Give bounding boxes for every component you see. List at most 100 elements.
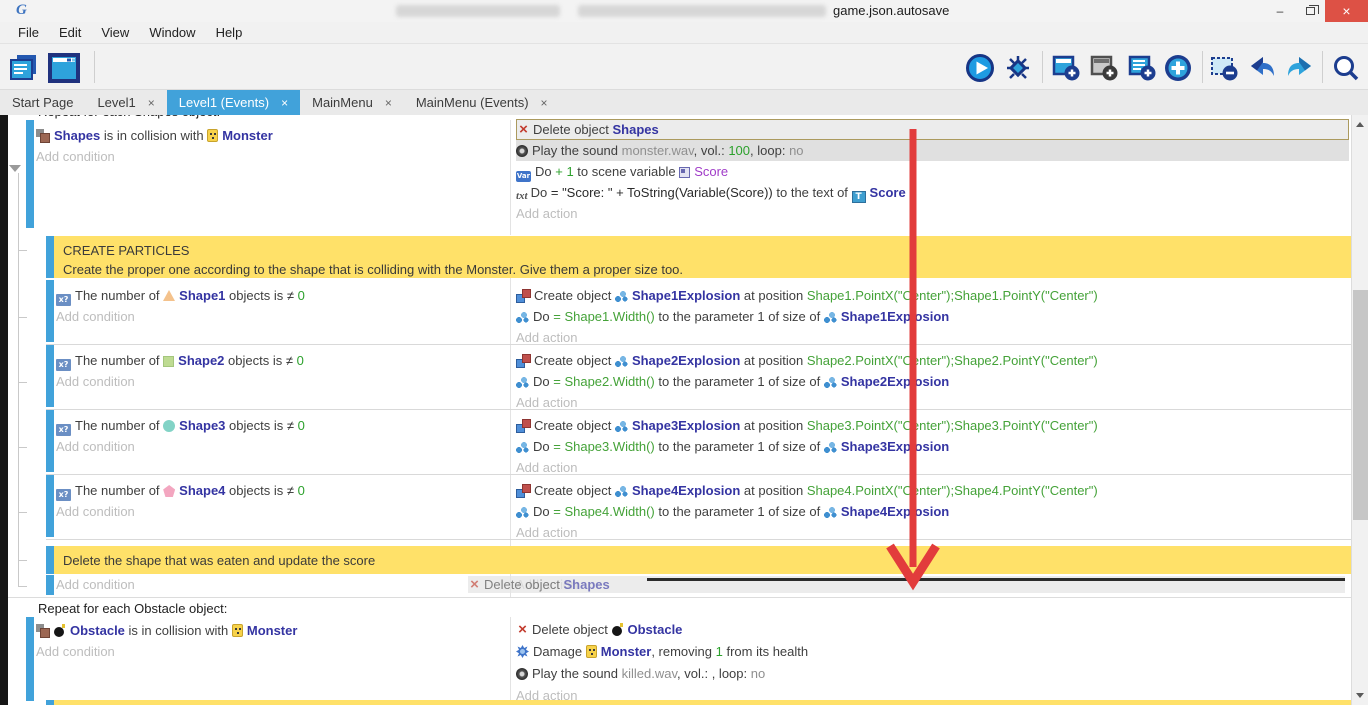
text-run: to the parameter 1 of size of bbox=[655, 374, 824, 389]
tab-level1[interactable]: Level1× bbox=[85, 90, 166, 115]
text-run: Shape3 bbox=[179, 418, 225, 433]
tab-level1-events[interactable]: Level1 (Events)× bbox=[167, 90, 300, 115]
condition-row[interactable]: The number of Shape3 objects is ≠ 0 bbox=[56, 415, 506, 436]
debug-button[interactable] bbox=[1002, 52, 1034, 84]
close-icon[interactable]: × bbox=[385, 96, 392, 110]
text-run: Add condition bbox=[36, 149, 115, 164]
text-run: at position bbox=[740, 288, 807, 303]
tab-mainmenu-events[interactable]: MainMenu (Events) × bbox=[404, 90, 560, 115]
menu-help[interactable]: Help bbox=[206, 25, 253, 40]
action-row[interactable]: Do = Shape4.Width() to the parameter 1 o… bbox=[516, 501, 1349, 522]
add-comment-button[interactable] bbox=[1126, 52, 1158, 84]
condition-row[interactable]: The number of Shape4 objects is ≠ 0 bbox=[56, 480, 506, 501]
condition-row[interactable]: Shapes is in collision with Monster bbox=[36, 125, 506, 146]
add-condition-link[interactable]: Add condition bbox=[56, 501, 506, 522]
event-selection-bar bbox=[46, 236, 54, 278]
event-tree-line bbox=[18, 173, 19, 587]
add-condition-link[interactable]: Add condition bbox=[56, 306, 506, 327]
add-condition-link[interactable]: Add condition bbox=[56, 436, 506, 457]
add-action-link[interactable]: Add action bbox=[516, 203, 1349, 224]
gdevelop-window: G game.json.autosave – × File Edit View … bbox=[0, 0, 1368, 705]
tab-mainmenu[interactable]: MainMenu× bbox=[300, 90, 404, 115]
project-manager-button[interactable] bbox=[8, 52, 40, 84]
event-selection-bar bbox=[46, 345, 54, 407]
add-other-button[interactable] bbox=[1162, 52, 1194, 84]
action-row[interactable]: Do = "Score: " + ToString(Variable(Score… bbox=[516, 182, 1349, 203]
action-row[interactable]: Play the sound killed.wav, vol.: , loop:… bbox=[516, 663, 1349, 685]
scroll-up-icon[interactable] bbox=[1356, 122, 1364, 127]
scrollbar-thumb[interactable] bbox=[1353, 290, 1368, 520]
redo-button[interactable] bbox=[1284, 52, 1316, 84]
delete-event-button[interactable] bbox=[1208, 52, 1240, 84]
text-run: + 1 bbox=[555, 164, 573, 179]
search-button[interactable] bbox=[1330, 52, 1362, 84]
text-run: = "Score: " + ToString(Variable(Score)) bbox=[551, 185, 773, 200]
comment-partial-bottom[interactable] bbox=[46, 700, 1351, 705]
undo-button[interactable] bbox=[1246, 52, 1278, 84]
comment-text: Create the proper one according to the s… bbox=[63, 260, 1351, 279]
event-selection-bar bbox=[46, 475, 54, 537]
text-run: Create object bbox=[534, 288, 615, 303]
condition-row[interactable]: Obstacle is in collision with Monster bbox=[36, 620, 506, 641]
restore-button[interactable] bbox=[1295, 0, 1325, 22]
add-condition-link[interactable]: Add condition bbox=[56, 574, 135, 595]
action-row[interactable]: Delete object Obstacle bbox=[516, 619, 1349, 641]
menu-window[interactable]: Window bbox=[139, 25, 205, 40]
close-icon[interactable]: × bbox=[541, 96, 548, 110]
action-row[interactable]: Do = Shape2.Width() to the parameter 1 o… bbox=[516, 371, 1349, 392]
action-row[interactable]: Do = Shape3.Width() to the parameter 1 o… bbox=[516, 436, 1349, 457]
event-repeat-header[interactable]: Repeat for each Obstacle object: bbox=[38, 601, 227, 617]
comment-create-particles[interactable]: CREATE PARTICLES Create the proper one a… bbox=[46, 236, 1351, 278]
text-run: Shape1Explosion bbox=[632, 288, 740, 303]
action-row[interactable]: Do = Shape1.Width() to the parameter 1 o… bbox=[516, 306, 1349, 327]
action-row[interactable]: Do + 1 to scene variable Score bbox=[516, 161, 1349, 182]
subevent2-conditions: The number of Shape2 objects is ≠ 0 Add … bbox=[56, 350, 506, 392]
add-event-button[interactable] bbox=[1050, 52, 1082, 84]
condition-row[interactable]: The number of Shape2 objects is ≠ 0 bbox=[56, 350, 506, 371]
scene-editor-button[interactable] bbox=[48, 52, 80, 84]
comment-delete-shape[interactable]: Delete the shape that was eaten and upda… bbox=[46, 546, 1351, 574]
action-row[interactable]: Damage Monster, removing 1 from its heal… bbox=[516, 641, 1349, 663]
tab-label: MainMenu (Events) bbox=[416, 95, 529, 110]
text-run: Delete object bbox=[484, 577, 564, 592]
action-row[interactable]: Play the sound monster.wav, vol.: 100, l… bbox=[516, 140, 1349, 161]
restore-icon bbox=[1306, 7, 1315, 15]
particle-icon bbox=[615, 421, 628, 432]
text-run: 1 bbox=[716, 644, 723, 659]
minimize-button[interactable]: – bbox=[1265, 0, 1295, 22]
close-icon[interactable]: × bbox=[281, 96, 288, 110]
dragged-action: Delete object Shapes bbox=[468, 574, 610, 595]
add-condition-link[interactable]: Add condition bbox=[36, 146, 506, 167]
menu-file[interactable]: File bbox=[8, 25, 49, 40]
collapse-arrow-icon[interactable] bbox=[9, 165, 21, 172]
action-row[interactable]: Create object Shape1Explosion at positio… bbox=[516, 285, 1349, 306]
tab-start-page[interactable]: Start Page bbox=[0, 90, 85, 115]
text-run: objects is bbox=[225, 483, 286, 498]
add-condition-link[interactable]: Add condition bbox=[36, 641, 506, 662]
text-run: is in collision with bbox=[125, 623, 232, 638]
redacted-title-segment bbox=[396, 5, 560, 17]
text-run: The number of bbox=[75, 288, 163, 303]
event-repeat-header-clipped[interactable]: Repeat for each Shapes object: bbox=[38, 115, 438, 120]
menu-view[interactable]: View bbox=[91, 25, 139, 40]
close-icon[interactable]: × bbox=[148, 96, 155, 110]
action-row[interactable]: Create object Shape2Explosion at positio… bbox=[516, 350, 1349, 371]
action-row[interactable]: Create object Shape4Explosion at positio… bbox=[516, 480, 1349, 501]
text-run: Shape3.PointX("Center");Shape3.PointY("C… bbox=[807, 418, 1098, 433]
delete-icon bbox=[516, 619, 529, 641]
events-editor: Repeat for each Shapes object: Shapes is… bbox=[0, 115, 1368, 705]
tab-label: Start Page bbox=[12, 95, 73, 110]
condition-row[interactable]: The number of Shape1 objects is ≠ 0 bbox=[56, 285, 506, 306]
menu-edit[interactable]: Edit bbox=[49, 25, 91, 40]
text-run: Add action bbox=[516, 395, 577, 410]
scroll-down-icon[interactable] bbox=[1356, 693, 1364, 698]
add-condition-link[interactable]: Add condition bbox=[56, 371, 506, 392]
subevent2-actions: Create object Shape2Explosion at positio… bbox=[516, 350, 1349, 413]
action-row-selected[interactable]: Delete object Shapes bbox=[516, 119, 1349, 140]
play-button[interactable] bbox=[964, 52, 996, 84]
add-subevent-button[interactable] bbox=[1088, 52, 1120, 84]
event1-actions: Delete object Shapes Play the sound mons… bbox=[516, 119, 1349, 224]
vertical-scrollbar[interactable] bbox=[1351, 115, 1368, 705]
action-row[interactable]: Create object Shape3Explosion at positio… bbox=[516, 415, 1349, 436]
close-button[interactable]: × bbox=[1325, 0, 1368, 22]
